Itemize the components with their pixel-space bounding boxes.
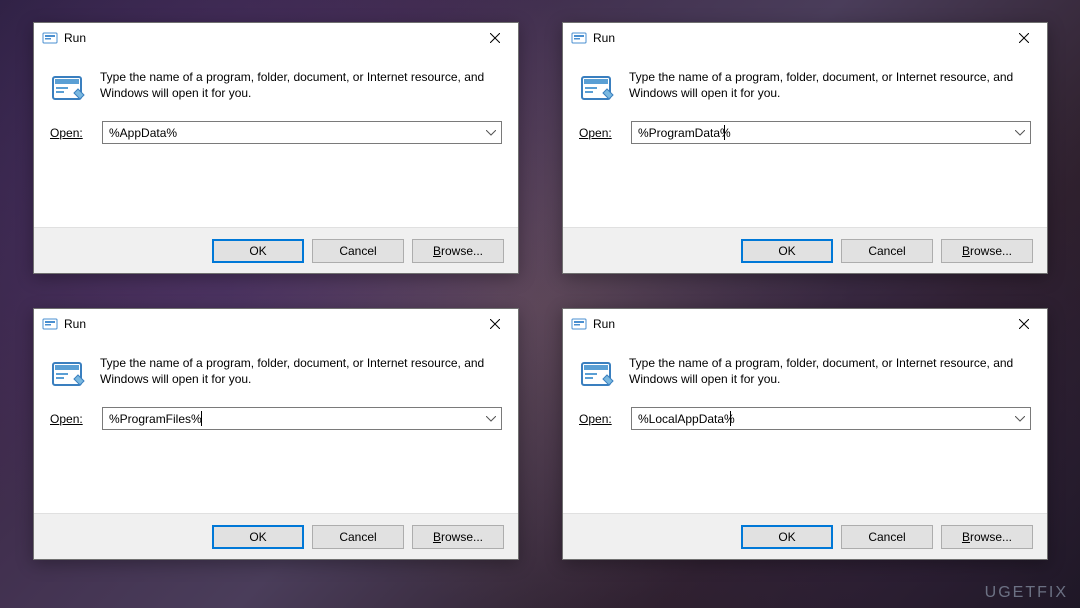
browse-button[interactable]: Browse... — [412, 525, 504, 549]
dialog-description: Type the name of a program, folder, docu… — [629, 69, 1031, 107]
window-title: Run — [593, 317, 1003, 331]
close-button[interactable] — [474, 24, 516, 52]
window-title: Run — [593, 31, 1003, 45]
button-row: OK Cancel Browse... — [34, 227, 518, 273]
ok-button[interactable]: OK — [741, 525, 833, 549]
ok-button[interactable]: OK — [212, 525, 304, 549]
open-input-row: Open: — [34, 107, 518, 144]
close-icon — [490, 319, 500, 329]
close-icon — [490, 33, 500, 43]
cancel-button[interactable]: Cancel — [312, 525, 404, 549]
run-dialog-d3: Run Type the name of a program, folder, … — [33, 308, 519, 560]
browse-button[interactable]: Browse... — [941, 525, 1033, 549]
run-title-icon — [42, 316, 58, 332]
ok-button[interactable]: OK — [212, 239, 304, 263]
run-dialog-d2: Run Type the name of a program, folder, … — [562, 22, 1048, 274]
dialog-description: Type the name of a program, folder, docu… — [100, 355, 502, 393]
dialog-description: Type the name of a program, folder, docu… — [629, 355, 1031, 393]
open-combobox[interactable] — [102, 121, 502, 144]
browse-button[interactable]: Browse... — [412, 239, 504, 263]
run-title-icon — [42, 30, 58, 46]
button-row: OK Cancel Browse... — [563, 513, 1047, 559]
run-dialog-d4: Run Type the name of a program, folder, … — [562, 308, 1048, 560]
browse-button[interactable]: Browse... — [941, 239, 1033, 263]
text-cursor — [201, 411, 202, 426]
run-title-icon — [571, 316, 587, 332]
open-label: Open: — [50, 126, 88, 140]
run-program-icon — [50, 71, 86, 107]
run-dialog-d1: Run Type the name of a program, folder, … — [33, 22, 519, 274]
close-button[interactable] — [474, 310, 516, 338]
dialog-description: Type the name of a program, folder, docu… — [100, 69, 502, 107]
dialog-body: Type the name of a program, folder, docu… — [34, 339, 518, 393]
titlebar[interactable]: Run — [34, 23, 518, 53]
run-program-icon — [579, 357, 615, 393]
open-input[interactable] — [631, 121, 1031, 144]
open-input[interactable] — [631, 407, 1031, 430]
open-combobox[interactable] — [631, 121, 1031, 144]
open-input-row: Open: — [34, 393, 518, 430]
window-title: Run — [64, 317, 474, 331]
open-input-row: Open: — [563, 107, 1047, 144]
open-label: Open: — [579, 126, 617, 140]
ok-button[interactable]: OK — [741, 239, 833, 263]
button-row: OK Cancel Browse... — [563, 227, 1047, 273]
watermark-text: UGETFIX — [985, 584, 1068, 602]
text-cursor — [724, 125, 725, 140]
titlebar[interactable]: Run — [563, 309, 1047, 339]
close-icon — [1019, 33, 1029, 43]
run-program-icon — [579, 71, 615, 107]
titlebar[interactable]: Run — [563, 23, 1047, 53]
open-label: Open: — [50, 412, 88, 426]
dialog-body: Type the name of a program, folder, docu… — [563, 339, 1047, 393]
cancel-button[interactable]: Cancel — [841, 525, 933, 549]
open-input[interactable] — [102, 121, 502, 144]
window-title: Run — [64, 31, 474, 45]
open-input-row: Open: — [563, 393, 1047, 430]
text-cursor — [730, 411, 731, 426]
close-button[interactable] — [1003, 24, 1045, 52]
run-program-icon — [50, 357, 86, 393]
open-input[interactable] — [102, 407, 502, 430]
run-title-icon — [571, 30, 587, 46]
button-row: OK Cancel Browse... — [34, 513, 518, 559]
dialog-body: Type the name of a program, folder, docu… — [563, 53, 1047, 107]
open-combobox[interactable] — [631, 407, 1031, 430]
close-button[interactable] — [1003, 310, 1045, 338]
dialog-body: Type the name of a program, folder, docu… — [34, 53, 518, 107]
cancel-button[interactable]: Cancel — [841, 239, 933, 263]
titlebar[interactable]: Run — [34, 309, 518, 339]
close-icon — [1019, 319, 1029, 329]
open-combobox[interactable] — [102, 407, 502, 430]
cancel-button[interactable]: Cancel — [312, 239, 404, 263]
open-label: Open: — [579, 412, 617, 426]
